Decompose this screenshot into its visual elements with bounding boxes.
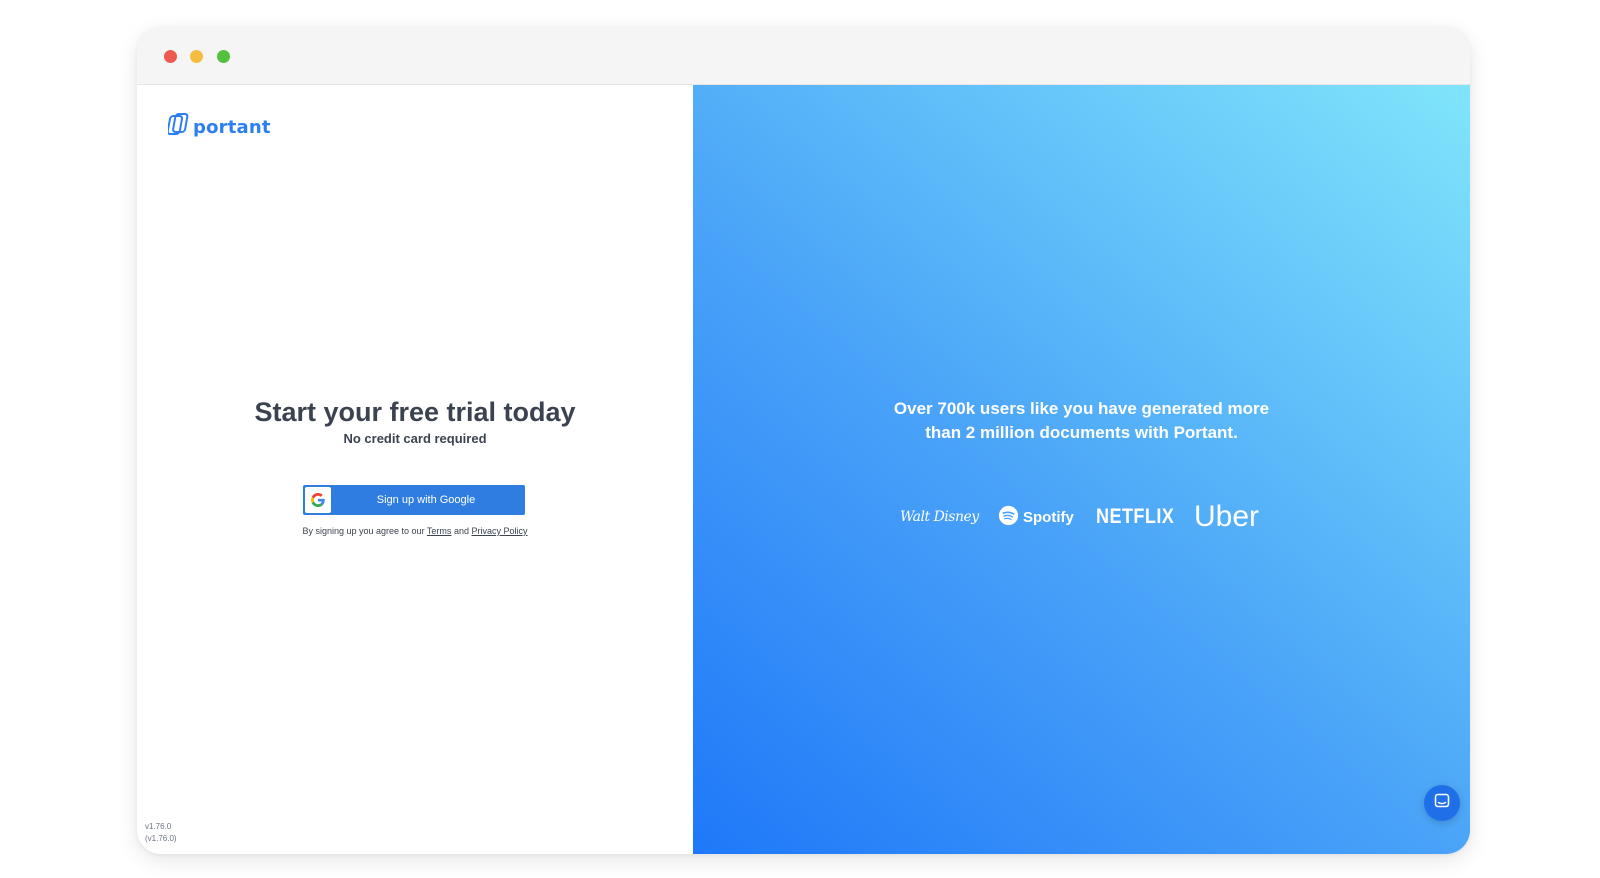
spotify-text: Spotify (1023, 508, 1074, 526)
version-line: v1.76.0 (145, 822, 172, 831)
privacy-policy-link[interactable]: Privacy Policy (471, 526, 527, 536)
page-subtitle: No credit card required (343, 431, 487, 446)
minimize-window-button[interactable] (190, 50, 203, 63)
terms-notice: By signing up you agree to our Terms and… (137, 526, 693, 536)
spotify-icon (998, 505, 1019, 530)
browser-window: portant Start your free trial today No c… (137, 27, 1470, 854)
terms-link[interactable]: Terms (427, 526, 452, 536)
page-title: Start your free trial today (254, 397, 576, 427)
spotify-logo: Spotify (998, 499, 1074, 535)
netflix-logo: NETFLIX (1096, 505, 1175, 528)
chat-icon (1434, 793, 1450, 814)
signup-panel: portant Start your free trial today No c… (137, 85, 693, 854)
terms-prefix: By signing up you agree to our (302, 526, 425, 536)
window-titlebar (137, 27, 1470, 85)
version-label: v1.76.0 (v1.76.0) (145, 821, 177, 845)
uber-logo: Uber (1194, 500, 1260, 533)
tagline-line-2: than 2 million documents with Portant. (925, 423, 1238, 442)
chat-launcher-button[interactable] (1424, 785, 1460, 821)
disney-logo: Walt Disney (900, 509, 979, 525)
tagline-line-1: Over 700k users like you have generated … (893, 399, 1270, 418)
marketing-tagline: Over 700k users like you have generated … (693, 397, 1470, 445)
portant-logo-text: portant (193, 117, 271, 138)
hero-section: Start your free trial today No credit ca… (137, 395, 693, 446)
customer-logos: Walt Disney Spotify NETFLIX Uber (693, 499, 1470, 535)
close-window-button[interactable] (164, 50, 177, 63)
portant-logo[interactable]: portant (166, 113, 271, 142)
marketing-panel: Over 700k users like you have generated … (693, 85, 1470, 854)
google-button-label: Sign up with Google (376, 494, 476, 506)
google-icon (305, 487, 331, 513)
zoom-window-button[interactable] (217, 50, 230, 63)
portant-logo-icon (166, 113, 190, 142)
version-line-detail: (v1.76.0) (145, 834, 177, 843)
sign-up-with-google-button[interactable]: Sign up with Google (303, 485, 525, 515)
terms-and: and (453, 526, 469, 536)
